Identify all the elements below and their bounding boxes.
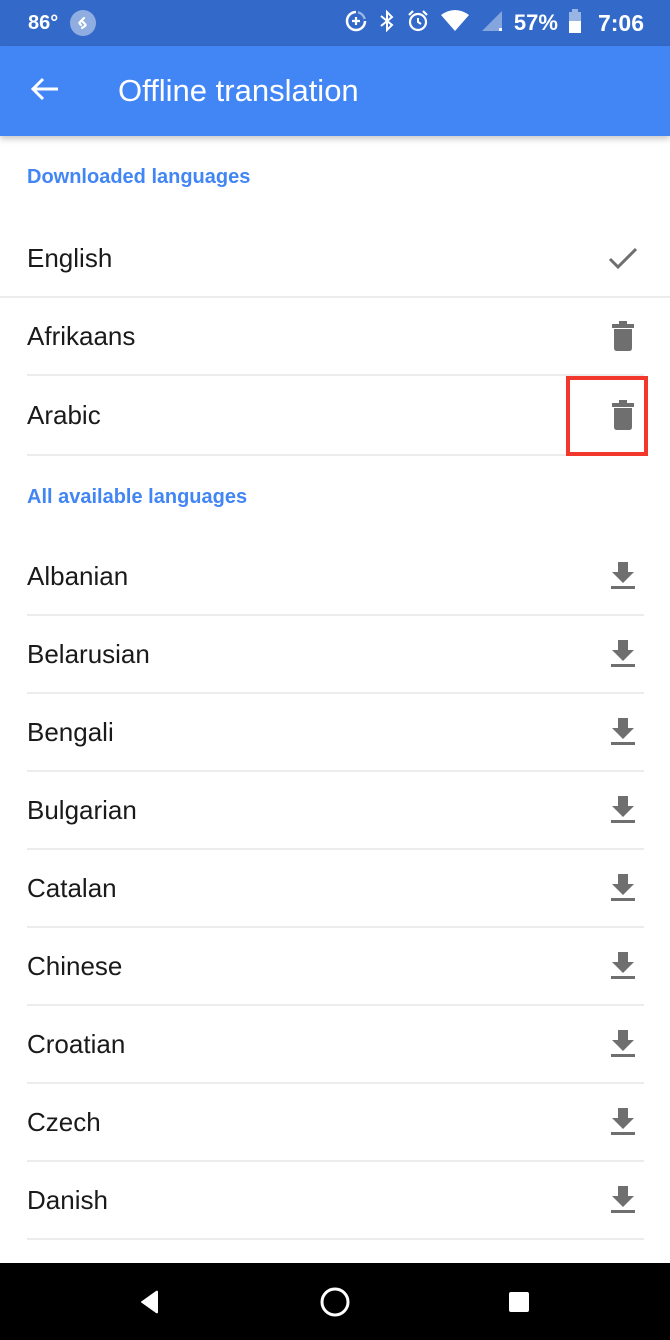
bluetooth-icon bbox=[378, 9, 396, 38]
shazam-icon bbox=[70, 10, 97, 36]
download-icon bbox=[611, 1186, 635, 1213]
back-triangle-icon bbox=[141, 1290, 158, 1314]
nav-back-button[interactable] bbox=[125, 1277, 175, 1327]
download-icon bbox=[611, 796, 635, 823]
nav-home-button[interactable] bbox=[310, 1277, 360, 1327]
language-list[interactable]: Downloaded languages English Afrikaans A… bbox=[0, 136, 670, 1263]
download-button[interactable] bbox=[595, 938, 651, 994]
available-language-row[interactable]: Belarusian bbox=[27, 616, 644, 694]
download-button[interactable] bbox=[595, 1172, 651, 1228]
available-language-row[interactable]: Bengali bbox=[27, 694, 644, 772]
available-language-row[interactable]: Chinese bbox=[27, 928, 644, 1006]
language-name: Arabic bbox=[27, 399, 101, 430]
data-saver-icon bbox=[344, 9, 368, 38]
language-name: Chinese bbox=[27, 950, 123, 981]
downloaded-language-row[interactable]: Arabic bbox=[27, 376, 648, 456]
section-header-available: All available languages bbox=[27, 486, 248, 508]
download-icon bbox=[611, 1030, 635, 1057]
available-language-row[interactable]: Croatian bbox=[27, 1006, 644, 1084]
nav-recents-button[interactable] bbox=[494, 1277, 544, 1327]
language-name: Afrikaans bbox=[27, 320, 136, 351]
download-button[interactable] bbox=[595, 548, 651, 604]
language-name: Catalan bbox=[27, 872, 117, 903]
download-button[interactable] bbox=[595, 626, 651, 682]
downloaded-language-row[interactable]: Afrikaans bbox=[27, 298, 644, 376]
download-icon bbox=[611, 640, 635, 667]
language-name: Danish bbox=[27, 1184, 108, 1215]
download-icon bbox=[611, 874, 635, 901]
download-button[interactable] bbox=[595, 1016, 651, 1072]
clock: 7:06 bbox=[597, 9, 644, 36]
wifi-icon bbox=[440, 9, 470, 38]
system-nav-bar bbox=[0, 1263, 670, 1340]
download-button[interactable] bbox=[595, 782, 651, 838]
back-button[interactable] bbox=[24, 71, 66, 111]
language-name: Bulgarian bbox=[27, 794, 137, 825]
cell-signal-icon bbox=[480, 9, 504, 38]
available-language-row[interactable]: Danish bbox=[27, 1162, 644, 1240]
trash-icon bbox=[612, 321, 634, 351]
download-icon bbox=[611, 952, 635, 979]
home-circle-icon bbox=[320, 1287, 350, 1317]
language-name: Croatian bbox=[27, 1028, 126, 1059]
available-language-row-partial[interactable] bbox=[27, 1240, 644, 1263]
page-title: Offline translation bbox=[118, 73, 359, 108]
trash-icon bbox=[612, 400, 634, 430]
language-name: Czech bbox=[27, 1106, 101, 1137]
battery-icon bbox=[568, 8, 582, 39]
arrow-left-icon bbox=[30, 76, 60, 107]
downloaded-language-row[interactable]: English bbox=[0, 220, 670, 298]
download-icon bbox=[611, 1108, 635, 1135]
battery-percent: 57% bbox=[513, 10, 558, 35]
available-language-row[interactable]: Czech bbox=[27, 1084, 644, 1162]
language-name: English bbox=[27, 242, 113, 273]
language-name: Albanian bbox=[27, 560, 129, 591]
download-icon bbox=[611, 562, 635, 589]
available-language-row[interactable]: Catalan bbox=[27, 850, 644, 928]
recents-square-icon bbox=[509, 1292, 529, 1312]
language-name: Bengali bbox=[27, 716, 114, 747]
download-button[interactable] bbox=[595, 704, 651, 760]
language-name: Belarusian bbox=[27, 638, 150, 669]
delete-button[interactable] bbox=[595, 387, 651, 443]
app-bar: Offline translation bbox=[0, 46, 670, 136]
available-language-row[interactable]: Albanian bbox=[27, 538, 644, 616]
download-button[interactable] bbox=[595, 1094, 651, 1150]
status-bar: 86° 57% 7:06 bbox=[0, 0, 670, 46]
check-icon bbox=[595, 230, 651, 286]
delete-button[interactable] bbox=[595, 308, 651, 364]
download-icon bbox=[611, 718, 635, 745]
temperature: 86° bbox=[28, 11, 59, 34]
download-button[interactable] bbox=[595, 860, 651, 916]
available-language-row[interactable]: Bulgarian bbox=[27, 772, 644, 850]
alarm-icon bbox=[406, 9, 430, 38]
section-header-downloaded: Downloaded languages bbox=[27, 166, 251, 188]
download-button[interactable] bbox=[595, 1250, 651, 1263]
